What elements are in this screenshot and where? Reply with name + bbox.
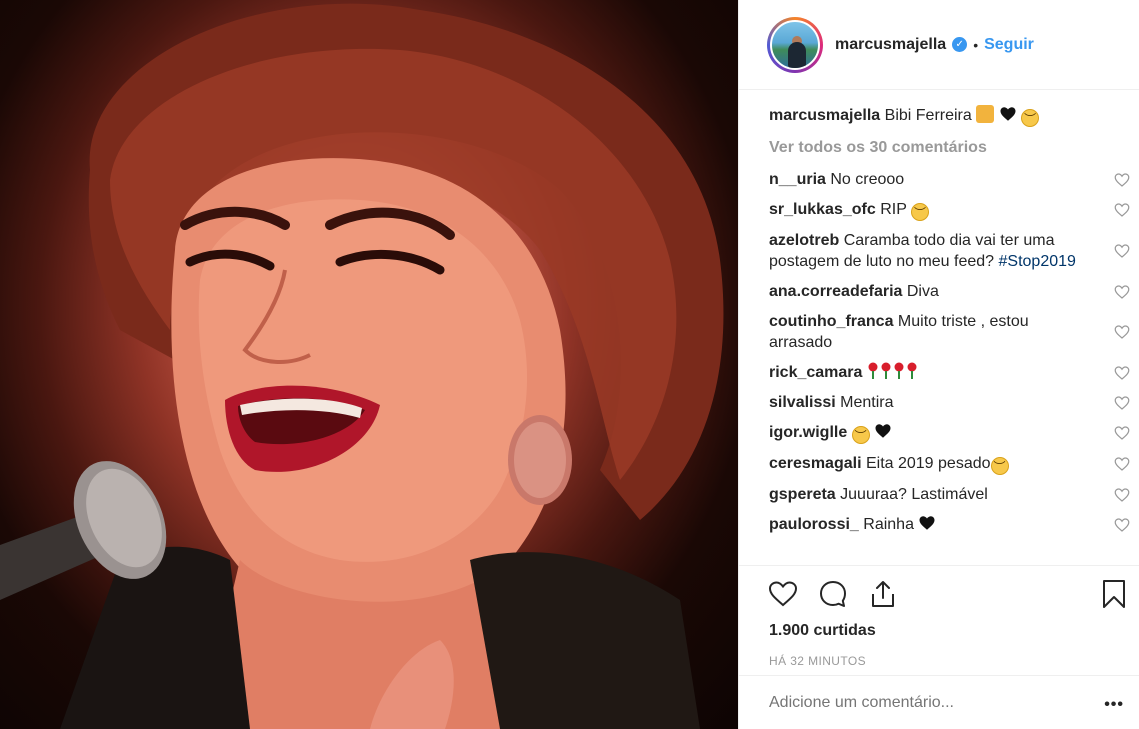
avatar-image	[770, 19, 820, 70]
rose-icon	[894, 362, 904, 379]
black-heart-icon	[918, 514, 936, 532]
view-all-comments-link[interactable]: Ver todos os 30 comentários	[769, 139, 1131, 157]
theater-masks-icon	[976, 105, 995, 123]
caption-username[interactable]: marcusmajella	[769, 107, 880, 124]
black-heart-icon	[874, 422, 892, 440]
comment-username[interactable]: n__uria	[769, 171, 826, 188]
comment-item: paulorossi_ Rainha	[769, 514, 1131, 535]
like-comment-heart-icon[interactable]	[1113, 516, 1131, 534]
like-comment-heart-icon[interactable]	[1113, 323, 1131, 341]
comment-username[interactable]: igor.wiglle	[769, 424, 847, 441]
like-comment-heart-icon[interactable]	[1113, 283, 1131, 301]
caption-text: Bibi Ferreira	[884, 107, 972, 124]
post-photo[interactable]	[0, 0, 738, 729]
avatar-person	[788, 41, 806, 68]
post-caption: marcusmajella Bibi Ferreira ︶	[769, 105, 1131, 127]
add-comment-input[interactable]	[769, 693, 1069, 712]
rose-icon	[881, 362, 891, 379]
save-button[interactable]	[1098, 578, 1130, 615]
comment-item: gspereta Juuuraa? Lastimável	[769, 484, 1131, 505]
header-separator: •	[973, 36, 979, 53]
like-comment-heart-icon[interactable]	[1113, 364, 1131, 382]
bookmark-icon	[1103, 580, 1125, 608]
comment-item: coutinho_franca Muito triste , estou arr…	[769, 311, 1131, 353]
avatar[interactable]	[767, 16, 823, 73]
like-heart-icon[interactable]	[767, 578, 799, 610]
sad-face-icon: ︶	[990, 457, 1009, 475]
sad-face-icon: ︶	[851, 426, 870, 444]
comment-username[interactable]: sr_lukkas_ofc	[769, 201, 876, 218]
comment-username[interactable]: azelotreb	[769, 232, 839, 249]
add-comment-bar: •••	[739, 675, 1139, 729]
comment-username[interactable]: ceresmagali	[769, 455, 862, 472]
comment-username[interactable]: coutinho_franca	[769, 313, 893, 330]
post-side-panel: marcusmajella ✓ • Seguir marcusmajella B…	[738, 0, 1139, 729]
sad-face-icon: ︶	[911, 203, 930, 221]
action-icons-group	[767, 578, 899, 610]
like-comment-heart-icon[interactable]	[1113, 171, 1131, 189]
comment-item: ceresmagali Eita 2019 pesado ︶	[769, 453, 1131, 475]
comment-username[interactable]: silvalissi	[769, 394, 836, 411]
verified-badge-icon: ✓	[952, 37, 968, 52]
comment-text: Diva	[906, 283, 939, 300]
like-comment-heart-icon[interactable]	[1113, 486, 1131, 504]
comment-item: azelotreb Caramba todo dia vai ter uma p…	[769, 230, 1131, 272]
like-comment-heart-icon[interactable]	[1113, 201, 1131, 219]
comment-username[interactable]: gspereta	[769, 486, 836, 503]
comment-item: igor.wiglle ︶	[769, 422, 1131, 444]
comment-item: sr_lukkas_ofc RIP ︶	[769, 199, 1131, 221]
comment-text: Rainha	[863, 516, 914, 533]
comments-list[interactable]: marcusmajella Bibi Ferreira ︶ Ver todos …	[769, 105, 1131, 565]
comment-item: ana.correadefaria Diva	[769, 281, 1131, 302]
black-heart-icon	[999, 105, 1017, 123]
comment-text: No creooo	[830, 171, 905, 188]
rose-icon	[868, 362, 878, 379]
comment-username[interactable]: paulorossi_	[769, 516, 859, 533]
hashtag-link[interactable]: #Stop2019	[999, 253, 1076, 270]
photo-illustration	[0, 3, 724, 729]
comment-username[interactable]: ana.correadefaria	[769, 283, 902, 300]
like-comment-heart-icon[interactable]	[1113, 424, 1131, 442]
comment-bubble-icon[interactable]	[817, 578, 849, 610]
comment-item: n__uria No creooo	[769, 169, 1131, 190]
comment-item: rick_camara	[769, 362, 1131, 383]
rose-icon	[907, 362, 917, 379]
follow-button[interactable]: Seguir	[984, 36, 1034, 54]
more-options-icon[interactable]: •••	[1104, 696, 1124, 714]
header-username[interactable]: marcusmajella	[835, 36, 946, 54]
post-timestamp: HÁ 32 MINUTOS	[769, 654, 866, 668]
like-comment-heart-icon[interactable]	[1113, 242, 1131, 260]
post-header: marcusmajella ✓ • Seguir	[739, 0, 1139, 90]
comment-text: Mentira	[840, 394, 894, 411]
post-actions: 1.900 curtidas HÁ 32 MINUTOS	[739, 565, 1139, 675]
comment-text: Eita 2019 pesado	[865, 455, 991, 472]
comment-username[interactable]: rick_camara	[769, 364, 862, 381]
comment-text: Juuuraa? Lastimável	[840, 486, 988, 503]
like-comment-heart-icon[interactable]	[1113, 455, 1131, 473]
like-comment-heart-icon[interactable]	[1113, 394, 1131, 412]
comment-item: silvalissi Mentira	[769, 392, 1131, 413]
share-icon[interactable]	[867, 578, 899, 610]
likes-count[interactable]: 1.900 curtidas	[769, 622, 876, 640]
sad-face-icon: ︶	[1021, 109, 1040, 127]
comment-text: RIP	[880, 201, 907, 218]
